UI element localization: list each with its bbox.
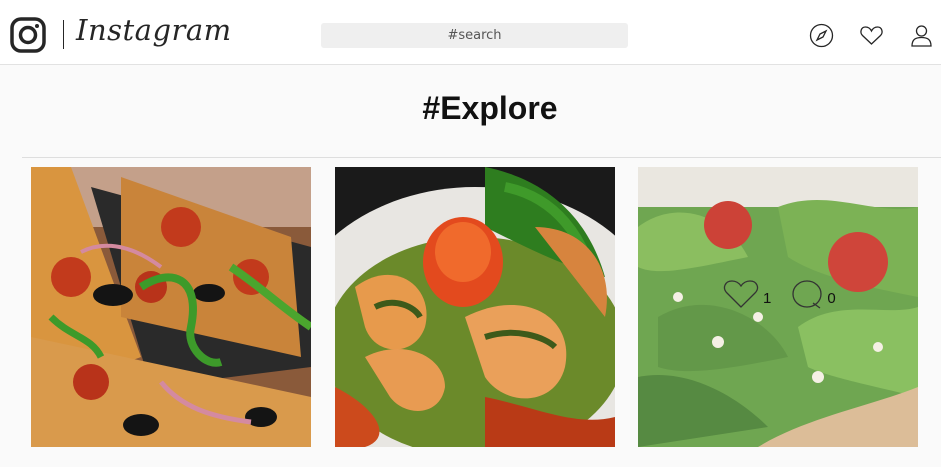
top-navigation-bar: Instagram: [0, 0, 941, 65]
post-tile-pizza[interactable]: [31, 167, 311, 447]
logo-divider: [63, 20, 64, 49]
likes-stat[interactable]: 1: [723, 279, 771, 309]
heart-icon: [723, 280, 759, 308]
comments-stat[interactable]: 0: [791, 279, 836, 309]
instagram-wordmark[interactable]: Instagram: [76, 13, 232, 47]
instagram-logo-icon[interactable]: [10, 17, 46, 53]
post-tile-shrimp[interactable]: [335, 167, 615, 447]
comments-count: 0: [827, 290, 836, 307]
post-tile-salad[interactable]: 1 0: [638, 167, 918, 447]
search-input[interactable]: [321, 23, 628, 48]
comment-icon: [792, 280, 822, 309]
compass-icon[interactable]: [809, 23, 834, 48]
section-divider: [22, 157, 941, 158]
user-icon[interactable]: [909, 23, 934, 48]
page-title: #Explore: [422, 90, 558, 126]
pizza-photo: [31, 167, 311, 447]
shrimp-photo: [335, 167, 615, 447]
post-stats: 1 0: [723, 279, 836, 309]
heart-icon[interactable]: [859, 23, 884, 48]
likes-count: 1: [763, 290, 772, 307]
